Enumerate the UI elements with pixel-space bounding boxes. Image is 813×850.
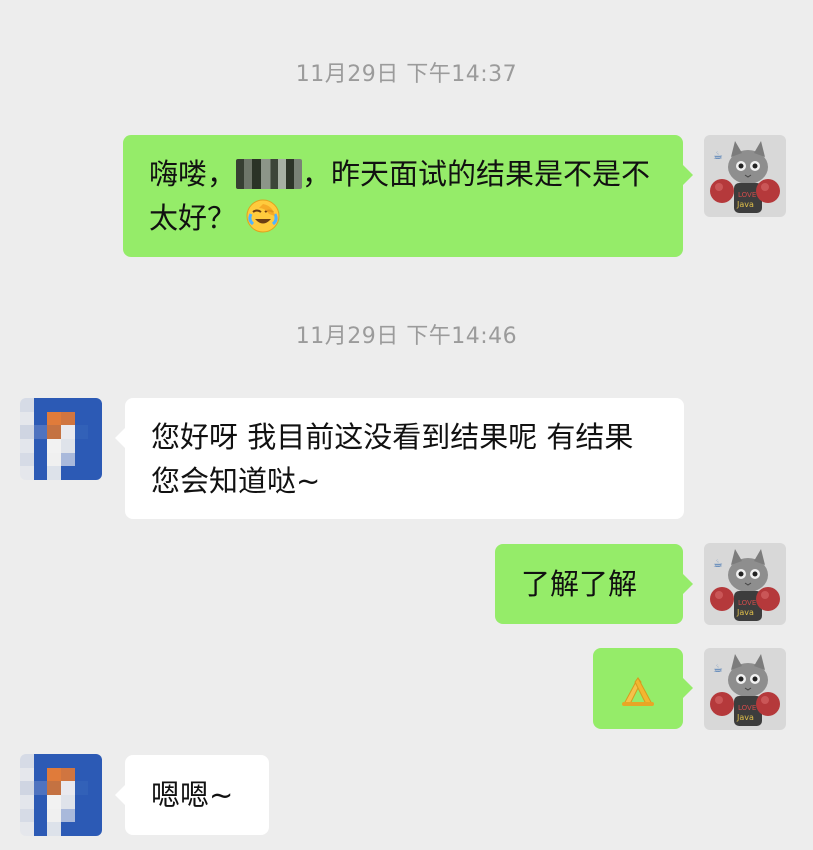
svg-text:☕: ☕ — [713, 557, 723, 570]
message-text: 嗯嗯~ — [151, 778, 234, 812]
redacted-name — [236, 159, 303, 189]
svg-text:LOVE: LOVE — [738, 191, 756, 199]
cat-boxing-java-avatar-icon: ☕ LOVE Java — [704, 135, 786, 217]
message-text: 您好呀 我目前这没看到结果呢 有结果您会知道哒~ — [151, 420, 634, 498]
message-bubble-outgoing[interactable]: 嗨喽， ，昨天面试的结果是不是不太好？ — [123, 135, 693, 257]
contact-avatar[interactable] — [20, 754, 102, 836]
facepalm-laughing-emoji — [246, 199, 280, 233]
svg-text:☕: ☕ — [713, 662, 723, 675]
folded-hands-emoji — [622, 677, 654, 706]
chat-window: 11月29日 下午14:37 嗨喽， ，昨天面试的结果是不是不太好？ ☕ LOV… — [0, 0, 813, 850]
timestamp: 11月29日 下午14:46 — [295, 324, 518, 349]
message-bubble-outgoing[interactable]: 了解了解 — [495, 544, 693, 624]
timestamp: 11月29日 下午14:37 — [295, 62, 518, 87]
svg-text:LOVE: LOVE — [738, 704, 756, 712]
contact-avatar[interactable] — [20, 398, 102, 480]
my-avatar[interactable]: ☕ LOVE Java — [704, 135, 786, 217]
pixelated-avatar-icon — [20, 398, 102, 480]
svg-text:☕: ☕ — [713, 149, 723, 162]
svg-text:Java: Java — [736, 200, 754, 209]
cat-boxing-java-avatar-icon: ☕ LOVE Java — [704, 648, 786, 730]
pixelated-avatar-icon — [20, 754, 102, 836]
svg-text:Java: Java — [736, 608, 754, 617]
my-avatar[interactable]: ☕ LOVE Java — [704, 543, 786, 625]
message-bubble-incoming[interactable]: 嗯嗯~ — [115, 755, 269, 835]
cat-boxing-java-avatar-icon: ☕ LOVE Java — [704, 543, 786, 625]
message-bubble-incoming[interactable]: 您好呀 我目前这没看到结果呢 有结果您会知道哒~ — [115, 398, 684, 519]
svg-text:Java: Java — [736, 713, 754, 722]
message-text: 嗨喽， — [149, 157, 237, 191]
message-text: 了解了解 — [521, 567, 638, 601]
svg-text:LOVE: LOVE — [738, 599, 756, 607]
my-avatar[interactable]: ☕ LOVE Java — [704, 648, 786, 730]
message-bubble-outgoing[interactable] — [593, 648, 693, 729]
